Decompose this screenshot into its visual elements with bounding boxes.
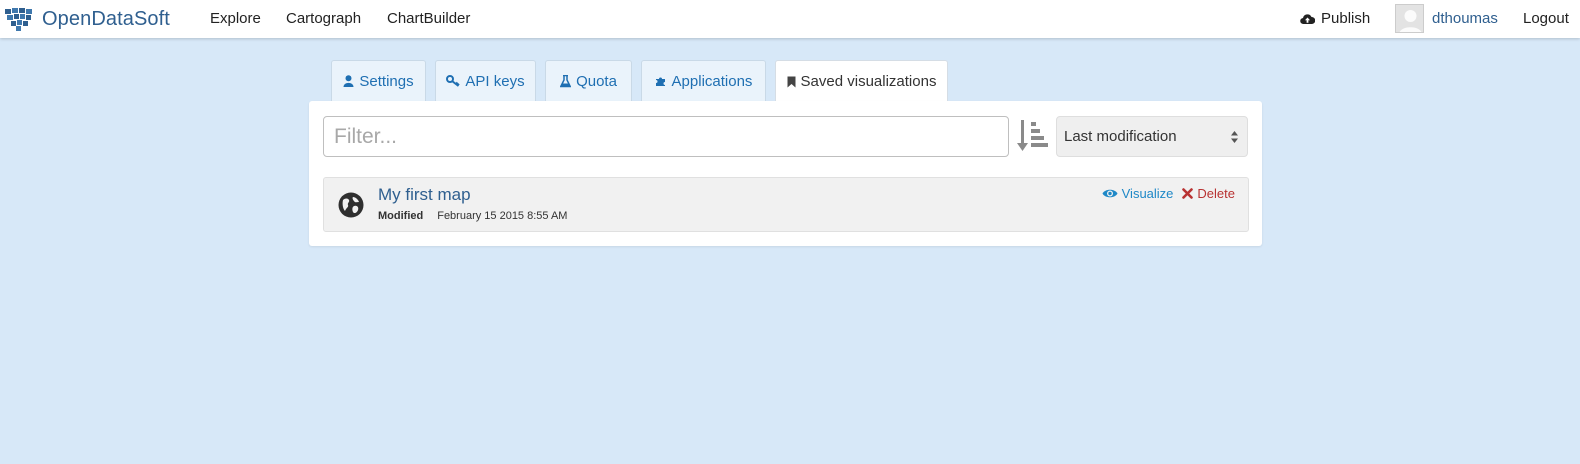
visualization-list-item: My first map Modified February 15 2015 8… [323, 177, 1249, 232]
nav-cartograph-link[interactable]: Cartograph [286, 10, 361, 27]
tab-quota-label: Quota [576, 72, 617, 90]
tab-api-keys[interactable]: API keys [435, 60, 536, 101]
visualize-label: Visualize [1121, 186, 1174, 201]
eye-icon [1102, 189, 1118, 198]
nav-chartbuilder-link[interactable]: ChartBuilder [387, 10, 470, 27]
filter-input[interactable] [323, 116, 1009, 157]
brand[interactable]: OpenDataSoft [4, 6, 170, 32]
bookmark-icon [787, 76, 796, 87]
modified-label: Modified [378, 210, 424, 222]
tab-saved-visualizations[interactable]: Saved visualizations [775, 60, 948, 102]
cloud-upload-icon [1300, 13, 1315, 24]
saved-visualizations-panel: Last modification My first map Modified … [309, 101, 1262, 246]
user-menu[interactable]: dthoumas [1395, 4, 1498, 33]
close-icon [1182, 188, 1194, 199]
visualization-actions: Visualize Delete [1102, 186, 1235, 201]
delete-button[interactable]: Delete [1182, 186, 1235, 201]
tab-settings-label: Settings [359, 72, 414, 90]
delete-label: Delete [1197, 186, 1235, 201]
modified-date: February 15 2015 8:55 AM [437, 210, 568, 222]
visualization-title[interactable]: My first map [378, 185, 471, 205]
publish-label: Publish [1321, 10, 1371, 27]
visualization-meta: Modified February 15 2015 8:55 AM [378, 210, 567, 222]
sort-amount-icon[interactable] [1017, 118, 1049, 154]
visualize-button[interactable]: Visualize [1102, 186, 1174, 201]
tab-applications[interactable]: Applications [641, 60, 766, 101]
tab-api-keys-label: API keys [465, 72, 525, 90]
logout-link[interactable]: Logout [1523, 10, 1569, 27]
tab-quota[interactable]: Quota [545, 60, 632, 101]
flask-icon [560, 74, 572, 87]
brand-name: OpenDataSoft [42, 7, 170, 30]
username: dthoumas [1432, 10, 1498, 27]
sort-order-value: Last modification [1064, 128, 1177, 145]
opendatasoft-logo-icon [5, 8, 32, 31]
tab-saved-visualizations-label: Saved visualizations [800, 73, 937, 90]
publish-button[interactable]: Publish [1300, 10, 1370, 27]
key-icon [446, 75, 461, 87]
select-arrows-icon [1231, 131, 1238, 143]
nav-explore-link[interactable]: Explore [210, 10, 261, 27]
user-silhouette-icon [1399, 10, 1422, 32]
puzzle-icon [655, 77, 665, 86]
globe-icon [338, 192, 364, 218]
user-icon [343, 75, 354, 87]
tab-applications-label: Applications [671, 72, 753, 90]
sort-order-select[interactable]: Last modification [1056, 116, 1248, 157]
avatar [1395, 4, 1424, 33]
top-navbar: OpenDataSoft Explore Cartograph ChartBui… [0, 0, 1580, 38]
tab-settings[interactable]: Settings [331, 60, 426, 101]
